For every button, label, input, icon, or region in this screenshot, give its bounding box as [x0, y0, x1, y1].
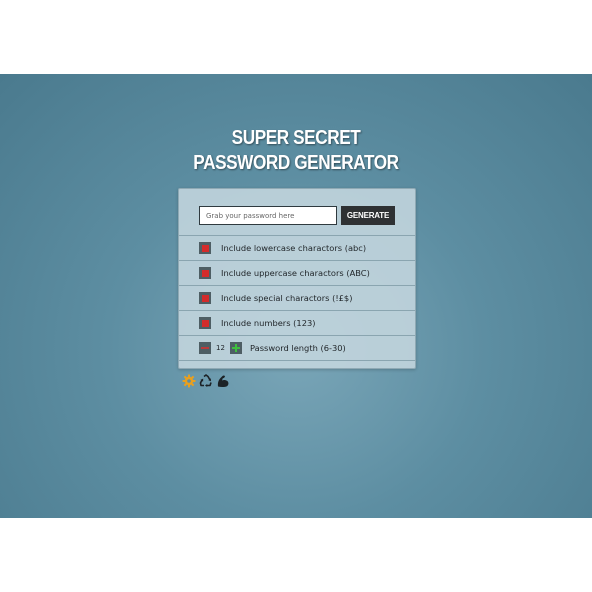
numbers-label: Include numbers (123): [221, 318, 316, 328]
gear-icon[interactable]: [182, 374, 196, 388]
special-label: Include special charactors (!£$): [221, 293, 353, 303]
checkbox-checked-mark: [201, 294, 209, 302]
increase-length-button[interactable]: [230, 342, 242, 354]
lowercase-checkbox[interactable]: [199, 242, 211, 254]
length-row: 12 Password length (6-30): [179, 336, 415, 361]
option-lowercase: Include lowercase charactors (abc): [179, 236, 415, 261]
decrease-length-button[interactable]: [199, 342, 211, 354]
password-row: GENERATE: [179, 189, 415, 236]
checkbox-checked-mark: [201, 244, 209, 252]
option-numbers: Include numbers (123): [179, 311, 415, 336]
option-special: Include special charactors (!£$): [179, 286, 415, 311]
special-checkbox[interactable]: [199, 292, 211, 304]
generate-button[interactable]: GENERATE: [341, 206, 395, 225]
strength-arm-icon[interactable]: [216, 374, 230, 388]
checkbox-checked-mark: [201, 269, 209, 277]
title-line-1: SUPER SECRET: [231, 127, 361, 149]
generator-panel: GENERATE Include lowercase charactors (a…: [178, 188, 416, 369]
numbers-checkbox[interactable]: [199, 317, 211, 329]
uppercase-label: Include uppercase charactors (ABC): [221, 268, 370, 278]
uppercase-checkbox[interactable]: [199, 267, 211, 279]
option-uppercase: Include uppercase charactors (ABC): [179, 261, 415, 286]
lowercase-label: Include lowercase charactors (abc): [221, 243, 367, 253]
length-label: Password length (6-30): [250, 343, 346, 353]
recycle-icon[interactable]: [199, 374, 213, 388]
page-title: SUPER SECRET PASSWORD GENERATOR: [41, 126, 550, 176]
checkbox-checked-mark: [201, 319, 209, 327]
title-line-2: PASSWORD GENERATOR: [193, 152, 399, 174]
toolbar-icons: [182, 374, 230, 388]
password-input[interactable]: [199, 206, 337, 225]
length-value: 12: [216, 344, 225, 352]
